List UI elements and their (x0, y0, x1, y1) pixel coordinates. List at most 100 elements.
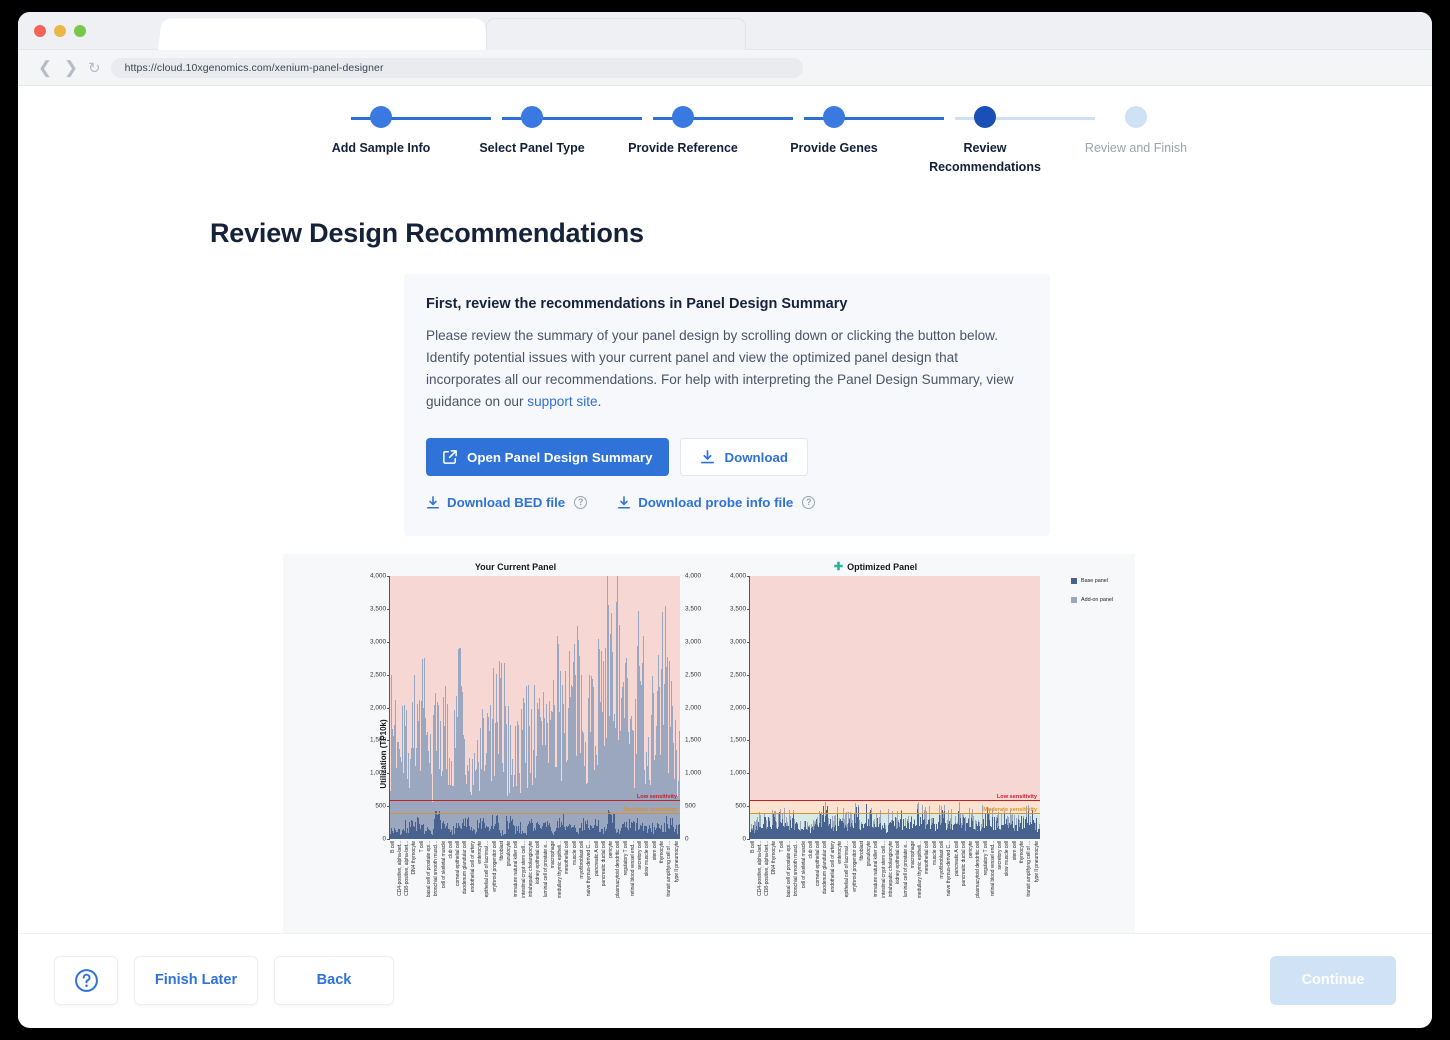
x-axis-tick-label: intestinal crypt stem cell ... (521, 841, 527, 898)
plot-area-optimized: Low sensitivity Moderate sensitivity 050… (749, 576, 1040, 839)
card-body-text: Please review the summary of your panel … (426, 328, 1014, 409)
x-axis-tick-label: kidney epithelial cell (535, 841, 541, 884)
y-axis-tick-mark (747, 806, 750, 807)
x-axis-tick-label: slow muscle cell (644, 841, 650, 876)
forward-icon[interactable]: ❯ (58, 55, 84, 81)
x-axis-tick-label: endothelial cell of artery (470, 841, 476, 892)
wizard-footer: Finish Later Back Continue (18, 933, 1432, 1026)
download-probe-info-file-link[interactable]: Download probe info file ? (617, 495, 815, 510)
x-axis-tick-label: duodenum glandular cell (462, 841, 468, 894)
x-axis-tick-label: club cell (448, 841, 454, 859)
x-axis-tick-label: enterocyte (837, 841, 843, 864)
browser-titlebar (18, 12, 1432, 50)
x-axis-tick-label: plasmacytoid dendritic cell (615, 841, 621, 898)
chart-legend: Base panel Add-on panel (1071, 578, 1131, 616)
step-label-review-and-finish: Review and Finish (1061, 139, 1211, 158)
address-bar[interactable]: https://cloud.10xgenomics.com/xenium-pan… (111, 58, 803, 78)
x-axis-tick-label: bronchial smooth muscl... (433, 841, 439, 896)
y-axis-tick-label-right: 1,500 (685, 737, 701, 744)
help-button[interactable] (54, 956, 118, 1005)
download-bed-file-link[interactable]: Download BED file ? (426, 495, 587, 510)
x-axis-tick-label: fibroblast (499, 841, 505, 861)
x-axis-tick-label: DN4 thymocyte (411, 841, 417, 875)
chart-title-optimized: ✚ Optimized Panel (703, 562, 1048, 572)
continue-button[interactable]: Continue (1270, 956, 1396, 1005)
bar-segment-add-on (679, 731, 680, 824)
x-axis-tick-label: epithelial cell of lacrimal ... (844, 841, 850, 897)
x-axis-tick-label: slow muscle cell (1004, 841, 1010, 876)
y-axis-tick-label: 4,000 (370, 573, 386, 580)
panel-design-summary-card: First, review the recommendations in Pan… (404, 274, 1050, 536)
y-axis-tick-label: 3,500 (370, 605, 386, 612)
y-axis-tick-mark (387, 675, 390, 676)
minimize-window-button[interactable] (54, 25, 66, 37)
x-axis-tick-label: corneal epithelial cell (815, 841, 821, 886)
step-dot-provide-reference[interactable] (672, 106, 694, 128)
x-axis-tick-label: basal cell of prostate epi... (786, 841, 792, 897)
x-axis-tick-label: basal cell of prostate epi... (426, 841, 432, 897)
y-axis-tick-mark (387, 642, 390, 643)
x-axis-tick-label: immature natural killer cell (513, 841, 519, 897)
stepper-labels: Add Sample Info Select Panel Type Provid… (330, 139, 1120, 187)
step-dot-review-recommendations[interactable] (974, 106, 996, 128)
step-dot-provide-genes[interactable] (823, 106, 845, 128)
x-axis-tick-label: endothelial cell of artery (830, 841, 836, 892)
x-axis-tick-label: cell of skeletal muscle (801, 841, 807, 888)
back-icon[interactable]: ❮ (32, 55, 58, 81)
y-axis-tick-mark (387, 708, 390, 709)
close-window-button[interactable] (34, 25, 46, 37)
browser-toolbar: ❮ ❯ ↻ https://cloud.10xgenomics.com/xeni… (18, 50, 1432, 86)
x-axis-tick-label: regulatory T cell (623, 841, 629, 875)
y-axis-tick-label: 2,000 (370, 704, 386, 711)
download-button[interactable]: Download (680, 438, 808, 476)
back-button[interactable]: Back (274, 956, 394, 1005)
step-label-review-recommendations: Review Recommendations (910, 139, 1060, 177)
y-axis-tick-mark (747, 675, 750, 676)
question-circle-icon[interactable]: ? (802, 496, 815, 509)
progress-stepper: Add Sample Info Select Panel Type Provid… (18, 106, 1432, 196)
browser-tab-active[interactable] (158, 19, 488, 50)
step-label-select-panel-type: Select Panel Type (457, 139, 607, 158)
chart-title-current-text: Your Current Panel (475, 562, 556, 572)
download-bed-file-label: Download BED file (447, 495, 565, 510)
x-axis-tick-label: fibroblast (859, 841, 865, 861)
x-axis-tick-label: thymocyte (1019, 841, 1025, 863)
support-site-link[interactable]: support site (527, 394, 597, 409)
x-axis-tick-label: immature natural killer cell (873, 841, 879, 897)
x-axis-tick-label: type II pneumocyte (1034, 841, 1040, 882)
x-axis-tick-label: erythroid progenitor cell (492, 841, 498, 892)
legend-label-add-on-panel: Add-on panel (1081, 597, 1113, 603)
y-axis-tick-label: 1,000 (370, 770, 386, 777)
x-axis-tick-label: medullary thymic epitheli... (917, 841, 923, 898)
y-axis-tick-label: 2,500 (730, 671, 746, 678)
x-axis-tick-label: mesothelial cell (564, 841, 570, 874)
card-body-tail: . (598, 394, 602, 409)
x-axis-tick-label: epithelial cell of lacrimal ... (484, 841, 490, 897)
x-axis-tick-label: intestinal crypt stem cell ... (881, 841, 887, 898)
card-button-row: Open Panel Design Summary Download (426, 438, 1026, 476)
x-axis-tick-label: club cell (808, 841, 814, 859)
card-heading: First, review the recommendations in Pan… (426, 296, 1026, 312)
x-axis-tick-label: secretory cell (997, 841, 1003, 870)
x-axis-tick-label: erythroid progenitor cell (852, 841, 858, 892)
question-circle-icon[interactable]: ? (574, 496, 587, 509)
step-dot-select-panel-type[interactable] (521, 106, 543, 128)
y-axis-tick-label-right: 2,500 (685, 671, 701, 678)
window-controls[interactable] (34, 25, 86, 37)
browser-tab-inactive[interactable] (486, 18, 746, 50)
x-axis-tick-label: kidney epithelial cell (895, 841, 901, 884)
step-label-provide-reference: Provide Reference (623, 139, 743, 158)
open-panel-design-summary-button[interactable]: Open Panel Design Summary (426, 438, 669, 476)
x-axis-tick-label: pancreatic ductal cell (601, 841, 607, 886)
maximize-window-button[interactable] (74, 25, 86, 37)
chart-title-current: Your Current Panel (343, 562, 688, 572)
x-axis-tick-label: secretory cell (637, 841, 643, 870)
download-icon (700, 450, 715, 465)
x-axis-tick-label: luminal cell of prostate e... (543, 841, 549, 897)
step-dot-review-and-finish (1125, 106, 1147, 128)
x-axis-tick-label: CD8-positive, alpha-bet... (404, 841, 410, 896)
step-dot-add-sample-info[interactable] (370, 106, 392, 128)
x-axis-tick-label: macrophage (910, 841, 916, 868)
finish-later-button[interactable]: Finish Later (134, 956, 258, 1005)
reload-icon[interactable]: ↻ (88, 59, 101, 77)
